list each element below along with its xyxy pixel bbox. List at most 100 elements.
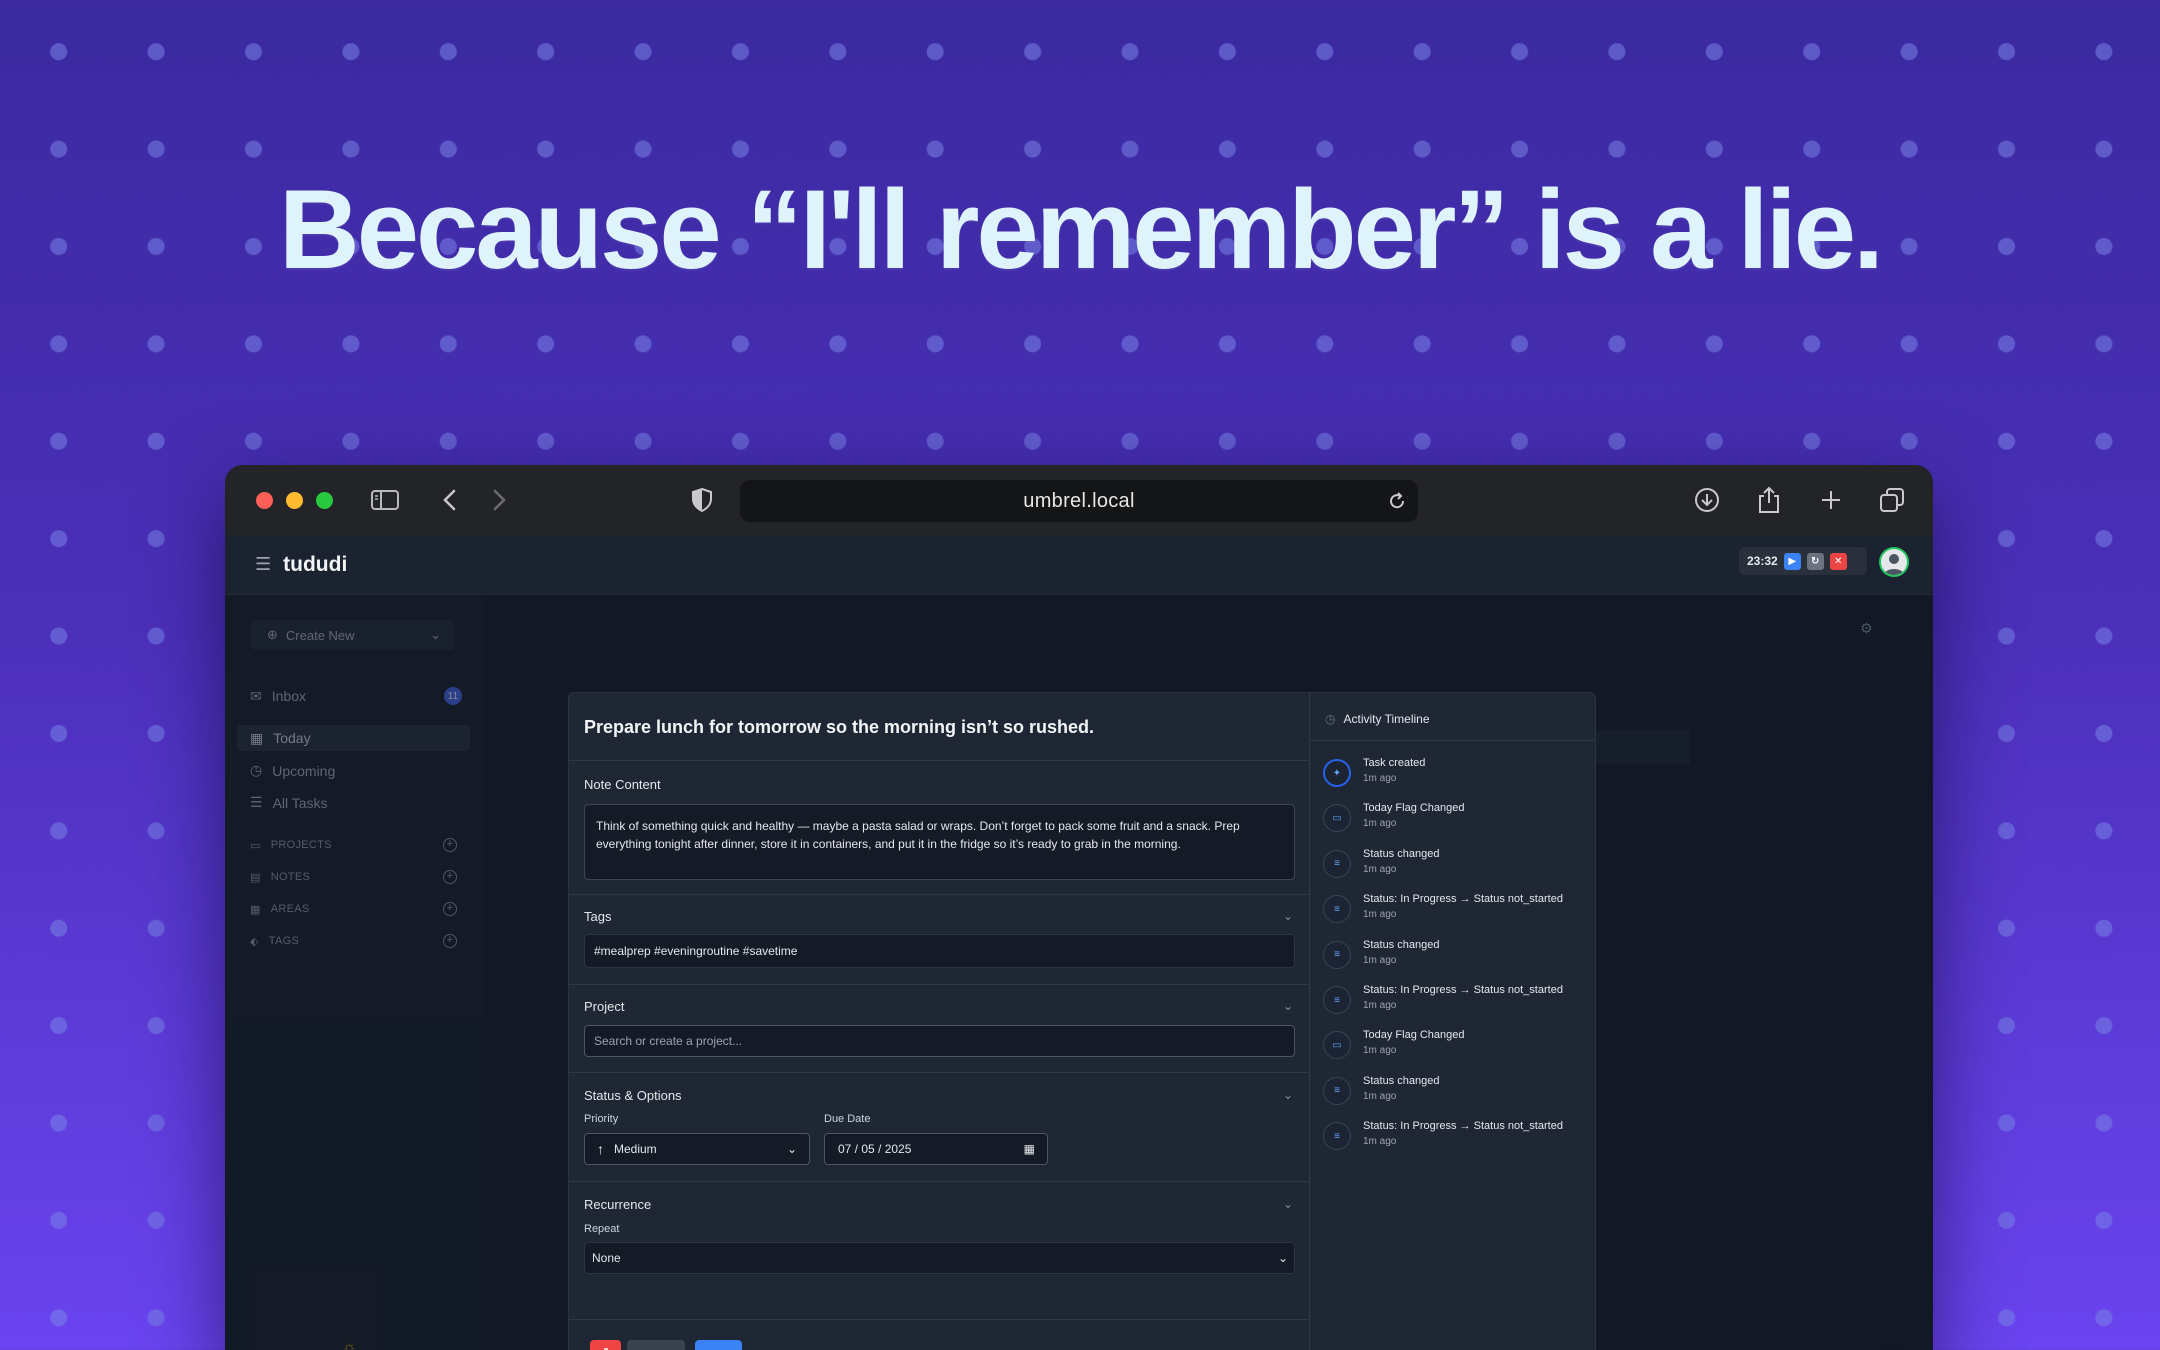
timeline-event: Task created (1363, 757, 1426, 769)
repeat-value: None (592, 1251, 621, 1265)
url-text: umbrel.local (1023, 489, 1135, 512)
share-icon[interactable] (1754, 485, 1784, 515)
timeline-item: ≡ Status changed 1m ago (1323, 1074, 1439, 1114)
timeline-time: 1m ago (1363, 1090, 1397, 1102)
plus-circle-icon: ⊕ (267, 627, 278, 642)
timeline-time: 1m ago (1363, 818, 1397, 830)
history-icon[interactable]: ◷ (1270, 1346, 1282, 1350)
priority-select[interactable]: ↑ Medium ⌄ (584, 1133, 810, 1165)
sidebar-section-notes[interactable]: ▤ NOTES + (250, 870, 457, 884)
sparkle-icon: ✦ (1323, 759, 1351, 787)
timeline-time: 1m ago (1363, 954, 1397, 966)
create-new-button[interactable]: ⊕ Create New ⌄ (251, 620, 455, 650)
back-arrow-icon[interactable] (435, 485, 465, 515)
timeline-item: ▭ Today Flag Changed 1m ago (1323, 801, 1465, 841)
theme-sun-icon[interactable]: ☼ (342, 1339, 357, 1350)
sidebar-item-today[interactable]: ▦ Today (237, 725, 470, 751)
list-icon: ☰ (250, 794, 263, 810)
folder-icon: ▭ (250, 839, 261, 852)
sidebar-section-tags[interactable]: ⬖ TAGS + (250, 934, 457, 948)
timeline-event: Today Flag Changed (1363, 1029, 1465, 1042)
tags-label: Tags (584, 909, 612, 924)
sidebar-toggle-icon[interactable] (370, 485, 400, 515)
chevron-down-icon: ⌄ (430, 627, 441, 642)
user-avatar[interactable] (1879, 547, 1909, 577)
hamburger-menu-icon[interactable]: ☰ (255, 554, 271, 575)
due-date-input[interactable]: 07 / 05 / 2025 ▦ (824, 1133, 1048, 1165)
add-project-icon[interactable]: + (443, 838, 457, 852)
url-bar[interactable]: umbrel.local (740, 480, 1418, 522)
delete-button[interactable] (590, 1340, 621, 1350)
status-options-label: Status & Options (584, 1088, 682, 1103)
task-edit-modal: Prepare lunch for tomorrow so the mornin… (568, 692, 1596, 1350)
task-title[interactable]: Prepare lunch for tomorrow so the mornin… (584, 717, 1094, 738)
sidebar-section-label: AREAS (270, 903, 310, 915)
tags-chevron-icon[interactable]: ⌄ (1283, 909, 1293, 923)
arrow-up-icon: ↑ (597, 1141, 604, 1157)
timer-reset-icon[interactable]: ↻ (1806, 552, 1824, 570)
tags-input[interactable]: #mealprep #eveningroutine #savetime (584, 934, 1295, 968)
activity-timeline-panel: ◷ Activity Timeline ✦ Task created 1m ago ▭… (1309, 693, 1595, 1350)
timeline-time: 1m ago (1363, 773, 1397, 784)
create-new-label: Create New (285, 627, 355, 643)
inbox-count-badge: 11 (443, 687, 462, 705)
headline: Because “I'll remember” is a lie. (278, 167, 1884, 292)
sidebar-section-areas[interactable]: ▦ AREAS + (250, 902, 457, 916)
settings-gear-icon[interactable]: ⚙ (1860, 620, 1873, 637)
timeline-event: Status: In Progress → Status not_started (1363, 984, 1563, 996)
sidebar-section-label: NOTES (270, 871, 311, 883)
repeat-select[interactable]: None ⌄ (584, 1242, 1295, 1274)
new-tab-plus-icon[interactable] (1816, 485, 1846, 515)
task-form: Prepare lunch for tomorrow so the mornin… (569, 693, 1309, 1350)
sidebar-section-label: TAGS (268, 935, 300, 947)
divider (569, 1181, 1309, 1182)
recurrence-chevron-icon[interactable]: ⌄ (1283, 1197, 1293, 1211)
note-content-textarea[interactable]: Think of something quick and healthy — m… (584, 804, 1295, 880)
tab-overview-icon[interactable] (1877, 485, 1907, 515)
close-window-button[interactable] (256, 492, 273, 509)
download-icon[interactable] (1692, 485, 1722, 515)
pomodoro-timer: 23:32 ▶ ↻ ✕ (1739, 547, 1867, 575)
sidebar-section-label: PROJECTS (270, 839, 332, 851)
timeline-item-text: Status changed 1m ago (1363, 938, 1439, 978)
forward-arrow-icon[interactable] (484, 485, 514, 515)
save-button[interactable]: Save (695, 1340, 742, 1350)
timeline-item: ✦ Task created 1m ago (1323, 756, 1425, 796)
priority-label: Priority (584, 1113, 619, 1125)
status-chevron-icon[interactable]: ⌄ (1283, 1088, 1293, 1102)
add-note-icon[interactable]: + (443, 870, 457, 884)
cancel-button[interactable]: Cancel (627, 1340, 685, 1350)
sidebar-section-projects[interactable]: ▭ PROJECTS + (250, 838, 457, 852)
minimize-window-button[interactable] (286, 492, 303, 509)
add-tag-icon[interactable]: + (443, 934, 457, 948)
tag-icon: ⬖ (250, 935, 259, 948)
project-chevron-icon[interactable]: ⌄ (1283, 999, 1293, 1013)
timeline-item: ▭ Today Flag Changed 1m ago (1323, 1028, 1465, 1068)
privacy-shield-icon[interactable] (687, 485, 717, 515)
app-header: ☰ tududi 23:32 ▶ ↻ ✕ (225, 535, 1933, 595)
sidebar-item-label: All Tasks (272, 794, 328, 811)
timeline-item-text: Status: In Progress → Status not_started… (1363, 892, 1563, 932)
timer-close-icon[interactable]: ✕ (1829, 552, 1847, 570)
timer-play-icon[interactable]: ▶ (1783, 552, 1801, 570)
timeline-event: Status: In Progress → Status not_started (1363, 1120, 1563, 1133)
timeline-time: 1m ago (1363, 1136, 1397, 1148)
sidebar-item-upcoming[interactable]: ◷ Upcoming (250, 762, 335, 779)
inbox-icon: ✉ (250, 687, 262, 704)
reload-icon[interactable] (1384, 488, 1410, 514)
calendar-picker-icon[interactable]: ▦ (1024, 1142, 1035, 1156)
add-area-icon[interactable]: + (443, 902, 457, 916)
list-icon: ≡ (1323, 1076, 1351, 1105)
sidebar-item-all-tasks[interactable]: ☰ All Tasks (250, 794, 328, 811)
list-icon: ≡ (1323, 1122, 1351, 1151)
timeline-time: 1m ago (1363, 863, 1397, 875)
clock-icon: ◷ (1325, 712, 1336, 726)
timeline-event: Status changed (1363, 847, 1440, 860)
timeline-time: 1m ago (1363, 1045, 1397, 1057)
zoom-window-button[interactable] (316, 492, 333, 509)
project-search-input[interactable]: Search or create a project... (584, 1025, 1295, 1057)
timeline-item-text: Status: In Progress → Status not_started… (1363, 1119, 1563, 1159)
timeline-item: ≡ Status changed 1m ago (1323, 847, 1439, 887)
timeline-item-text: Status changed 1m ago (1363, 1074, 1439, 1114)
sidebar-item-inbox[interactable]: ✉ Inbox 11 (250, 687, 462, 705)
